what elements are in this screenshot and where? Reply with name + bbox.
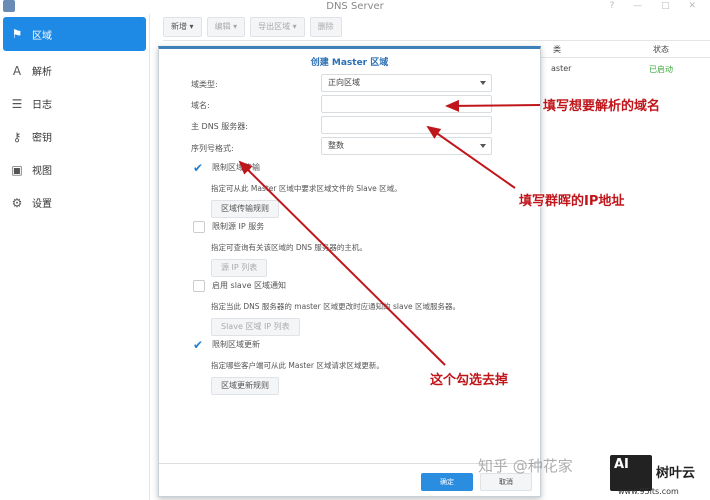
watermark-url: www.95its.com (618, 487, 679, 496)
annotation-domain-name: 填写想要解析的域名 (543, 99, 661, 114)
annotation-uncheck: 这个勾选去掉 (430, 373, 509, 388)
arrow-limit-transfer (238, 160, 446, 366)
annotation-arrows (238, 99, 541, 366)
watermark-logo: AI (610, 455, 652, 491)
watermark-brand: 树叶云 (656, 466, 696, 481)
annotation-ip-address: 填写群晖的IP地址 (519, 194, 625, 209)
arrow-primary-dns (426, 125, 516, 189)
watermark-text: 知乎 @种花家 (478, 457, 573, 475)
arrow-domain-name (445, 99, 541, 112)
